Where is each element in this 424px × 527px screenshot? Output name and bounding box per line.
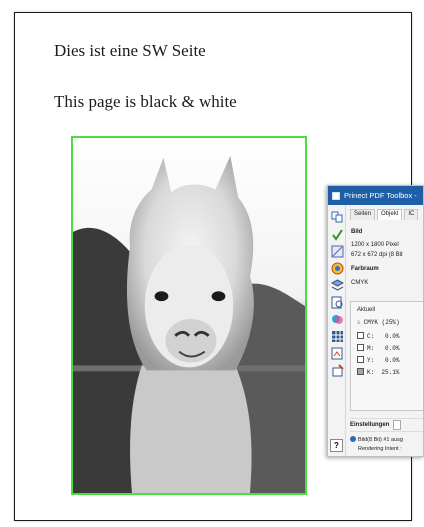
checkbox-c[interactable] bbox=[357, 332, 364, 339]
grid-tool-icon[interactable] bbox=[331, 330, 344, 343]
tab-seiten[interactable]: Seiten bbox=[350, 209, 376, 220]
separation-tool-icon[interactable] bbox=[331, 313, 344, 326]
page-text-german: Dies ist eine SW Seite bbox=[54, 41, 206, 60]
magic-tool-icon[interactable] bbox=[331, 364, 344, 377]
tool-icon-bar: ? bbox=[328, 205, 346, 456]
einstellungen-button[interactable] bbox=[393, 420, 402, 430]
status-line-1: Bild(8 Bit) #1 ausg bbox=[358, 437, 403, 443]
bild-heading: Bild bbox=[351, 229, 363, 235]
alpaca-photo bbox=[73, 138, 305, 493]
channel-row-m: M: 0.0% bbox=[357, 344, 399, 352]
toolbox-tabs: Seiten Objekt IC bbox=[347, 209, 423, 221]
toolbox-title-bar[interactable]: Prinect PDF Toolbox - bbox=[328, 186, 423, 205]
help-button[interactable]: ? bbox=[330, 439, 343, 452]
cmyk-dots-icon: ∴ bbox=[357, 319, 361, 326]
page-tool-icon[interactable] bbox=[331, 211, 344, 224]
aktuell-group: Aktuell ∴ CMYK (25%) C: 0.0% M: 0.0% Y: 0… bbox=[350, 301, 423, 411]
checkbox-y[interactable] bbox=[357, 356, 364, 363]
prinect-toolbox-panel[interactable]: Prinect PDF Toolbox - ? Seiten Objekt IC… bbox=[327, 185, 424, 457]
toolbox-content: Seiten Objekt IC Bild 1200 x 1800 Pixel … bbox=[347, 205, 423, 456]
checkbox-k[interactable] bbox=[357, 368, 364, 375]
cmyk-summary: CMYK (25%) bbox=[363, 319, 400, 326]
color-tool-icon[interactable] bbox=[331, 262, 344, 275]
channel-row-k: K: 25.1% bbox=[357, 368, 399, 376]
channel-row-c: C: 0.0% bbox=[357, 332, 399, 340]
info-icon bbox=[350, 436, 356, 442]
preflight-tool-icon[interactable] bbox=[331, 347, 344, 360]
farbraum-heading: Farbraum bbox=[351, 266, 379, 272]
einstellungen-label: Einstellungen bbox=[350, 422, 390, 428]
check-tool-icon[interactable] bbox=[331, 228, 344, 241]
app-icon bbox=[332, 191, 340, 200]
checkbox-m[interactable] bbox=[357, 344, 364, 351]
channel-row-y: Y: 0.0% bbox=[357, 356, 399, 364]
selected-image-alpaca[interactable] bbox=[71, 136, 307, 495]
farbraum-value: CMYK bbox=[351, 280, 369, 286]
page-text-english: This page is black & white bbox=[54, 92, 237, 111]
layer-tool-icon[interactable] bbox=[331, 279, 344, 292]
resolution: 672 x 672 dpi (8 Bit bbox=[351, 252, 403, 258]
status-area: Bild(8 Bit) #1 ausg Rendering Intent : bbox=[350, 436, 423, 454]
toolbox-title: Prinect PDF Toolbox - bbox=[344, 191, 417, 200]
transform-tool-icon[interactable] bbox=[331, 245, 344, 258]
einstellungen-row: Einstellungen bbox=[350, 418, 423, 432]
search-tool-icon[interactable] bbox=[331, 296, 344, 309]
tab-objekt[interactable]: Objekt bbox=[377, 209, 403, 220]
pixel-size: 1200 x 1800 Pixel bbox=[351, 242, 399, 248]
status-line-2: Rendering Intent : bbox=[358, 446, 402, 452]
tab-ic[interactable]: IC bbox=[404, 209, 419, 220]
aktuell-label: Aktuell bbox=[357, 307, 376, 313]
